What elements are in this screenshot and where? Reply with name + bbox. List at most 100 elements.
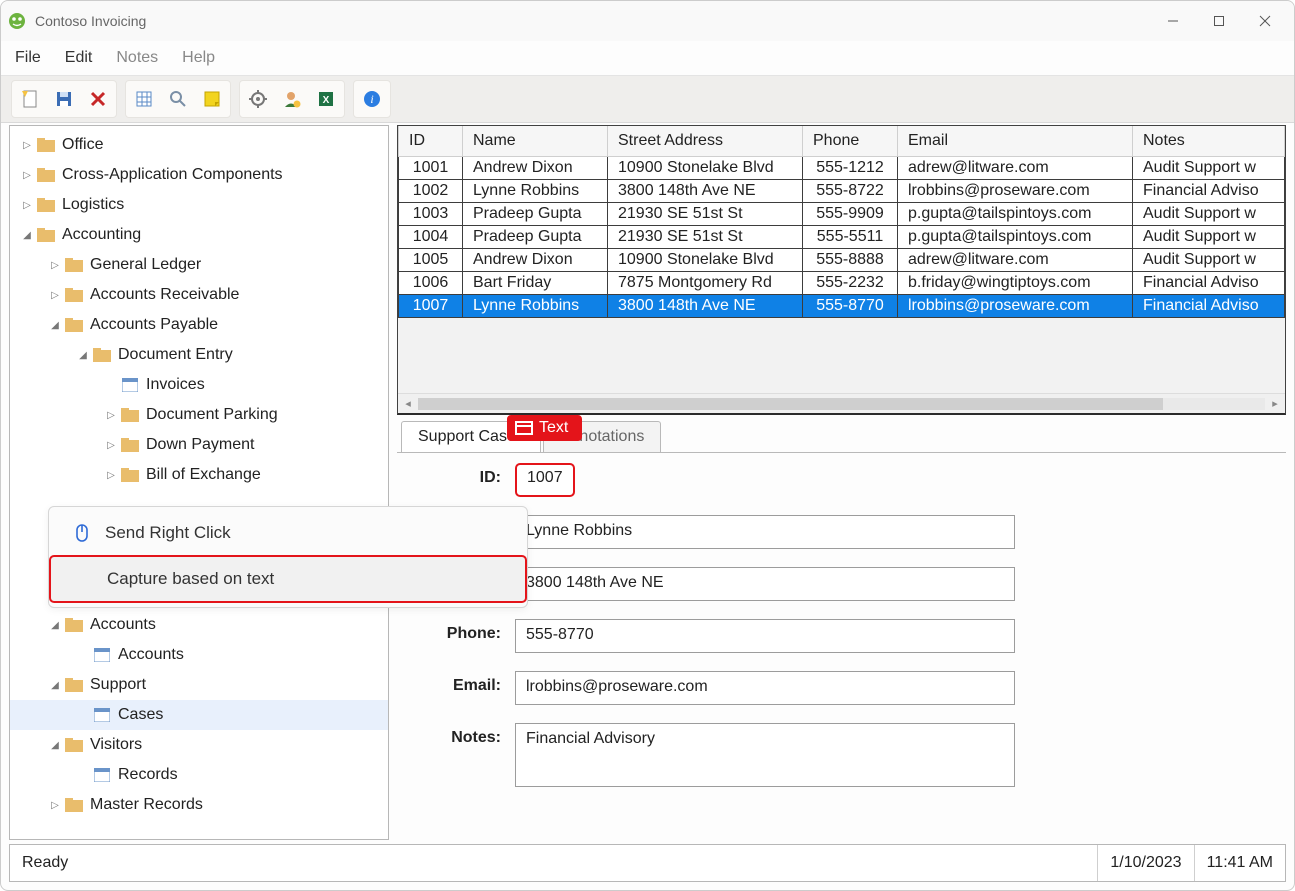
tree-document-entry[interactable]: ◢Document Entry <box>10 340 388 370</box>
cell-email[interactable]: b.friday@wingtiptoys.com <box>898 272 1133 295</box>
col-street[interactable]: Street Address <box>608 126 803 157</box>
tree-office[interactable]: ▷Office <box>10 130 388 160</box>
data-grid[interactable]: ID Name Street Address Phone Email Notes… <box>397 125 1286 415</box>
tree-master-records[interactable]: ▷Master Records <box>10 790 388 820</box>
horizontal-scrollbar[interactable]: ◂ ▸ <box>398 393 1285 413</box>
cell-email[interactable]: p.gupta@tailspintoys.com <box>898 203 1133 226</box>
settings-icon[interactable] <box>244 85 272 113</box>
cell-email[interactable]: adrew@litware.com <box>898 249 1133 272</box>
cell-email[interactable]: adrew@litware.com <box>898 157 1133 180</box>
new-icon[interactable] <box>16 85 44 113</box>
cell-name[interactable]: Andrew Dixon <box>463 249 608 272</box>
cell-notes[interactable]: Financial Adviso <box>1133 295 1285 318</box>
menu-file[interactable]: File <box>15 49 41 67</box>
cell-name[interactable]: Pradeep Gupta <box>463 203 608 226</box>
note-icon[interactable] <box>198 85 226 113</box>
table-row[interactable]: 1002Lynne Robbins3800 148th Ave NE555-87… <box>399 180 1285 203</box>
maximize-button[interactable] <box>1196 4 1242 38</box>
cell-street[interactable]: 3800 148th Ave NE <box>608 295 803 318</box>
cell-street[interactable]: 21930 SE 51st St <box>608 226 803 249</box>
cell-name[interactable]: Andrew Dixon <box>463 157 608 180</box>
minimize-button[interactable] <box>1150 4 1196 38</box>
col-phone[interactable]: Phone <box>803 126 898 157</box>
delete-icon[interactable] <box>84 85 112 113</box>
info-icon[interactable]: i <box>358 85 386 113</box>
cell-id[interactable]: 1006 <box>399 272 463 295</box>
cell-notes[interactable]: Audit Support w <box>1133 203 1285 226</box>
cell-phone[interactable]: 555-1212 <box>803 157 898 180</box>
cell-name[interactable]: Lynne Robbins <box>463 295 608 318</box>
cell-street[interactable]: 10900 Stonelake Blvd <box>608 249 803 272</box>
cell-notes[interactable]: Financial Adviso <box>1133 272 1285 295</box>
table-row[interactable]: 1005Andrew Dixon10900 Stonelake Blvd555-… <box>399 249 1285 272</box>
close-button[interactable] <box>1242 4 1288 38</box>
cell-id[interactable]: 1005 <box>399 249 463 272</box>
table-row[interactable]: 1004Pradeep Gupta21930 SE 51st St555-551… <box>399 226 1285 249</box>
cell-phone[interactable]: 555-8770 <box>803 295 898 318</box>
tree-accounts[interactable]: ◢Accounts <box>10 610 388 640</box>
form-street-input[interactable]: 3800 148th Ave NE <box>515 567 1015 601</box>
ctx-capture-based-on-text[interactable]: Capture based on text <box>49 555 527 603</box>
tree-records[interactable]: Records <box>10 760 388 790</box>
cell-email[interactable]: p.gupta@tailspintoys.com <box>898 226 1133 249</box>
cell-id[interactable]: 1003 <box>399 203 463 226</box>
cell-phone[interactable]: 555-8722 <box>803 180 898 203</box>
cell-email[interactable]: lrobbins@proseware.com <box>898 180 1133 203</box>
cell-id[interactable]: 1004 <box>399 226 463 249</box>
col-email[interactable]: Email <box>898 126 1133 157</box>
cell-name[interactable]: Pradeep Gupta <box>463 226 608 249</box>
form-name-input[interactable]: Lynne Robbins <box>515 515 1015 549</box>
form-notes-input[interactable]: Financial Advisory <box>515 723 1015 787</box>
cell-name[interactable]: Bart Friday <box>463 272 608 295</box>
col-name[interactable]: Name <box>463 126 608 157</box>
col-notes[interactable]: Notes <box>1133 126 1285 157</box>
cell-notes[interactable]: Financial Adviso <box>1133 180 1285 203</box>
ctx-send-right-click[interactable]: Send Right Click <box>49 511 527 555</box>
grid-icon[interactable] <box>130 85 158 113</box>
tree-document-parking[interactable]: ▷Document Parking <box>10 400 388 430</box>
scroll-left-icon[interactable]: ◂ <box>398 397 418 410</box>
table-row[interactable]: 1007Lynne Robbins3800 148th Ave NE555-87… <box>399 295 1285 318</box>
tree-accounts-payable[interactable]: ◢Accounts Payable <box>10 310 388 340</box>
tree-visitors[interactable]: ◢Visitors <box>10 730 388 760</box>
table-row[interactable]: 1001Andrew Dixon10900 Stonelake Blvd555-… <box>399 157 1285 180</box>
table-row[interactable]: 1006Bart Friday7875 Montgomery Rd555-223… <box>399 272 1285 295</box>
cell-notes[interactable]: Audit Support w <box>1133 249 1285 272</box>
cell-phone[interactable]: 555-8888 <box>803 249 898 272</box>
search-icon[interactable] <box>164 85 192 113</box>
user-icon[interactable] <box>278 85 306 113</box>
form-email-input[interactable]: lrobbins@proseware.com <box>515 671 1015 705</box>
tree-bill-of-exchange[interactable]: ▷Bill of Exchange <box>10 460 388 490</box>
cell-phone[interactable]: 555-5511 <box>803 226 898 249</box>
cell-street[interactable]: 7875 Montgomery Rd <box>608 272 803 295</box>
save-icon[interactable] <box>50 85 78 113</box>
cell-phone[interactable]: 555-2232 <box>803 272 898 295</box>
tree-support[interactable]: ◢Support <box>10 670 388 700</box>
cell-email[interactable]: lrobbins@proseware.com <box>898 295 1133 318</box>
menu-edit[interactable]: Edit <box>65 49 93 67</box>
form-phone-input[interactable]: 555-8770 <box>515 619 1015 653</box>
tree-crossapp[interactable]: ▷Cross-Application Components <box>10 160 388 190</box>
tree-general-ledger[interactable]: ▷General Ledger <box>10 250 388 280</box>
cell-id[interactable]: 1007 <box>399 295 463 318</box>
cell-name[interactable]: Lynne Robbins <box>463 180 608 203</box>
tree-logistics[interactable]: ▷Logistics <box>10 190 388 220</box>
tree-down-payment[interactable]: ▷Down Payment <box>10 430 388 460</box>
tree-accounting[interactable]: ◢Accounting <box>10 220 388 250</box>
cell-id[interactable]: 1002 <box>399 180 463 203</box>
nav-tree[interactable]: ▷Office ▷Cross-Application Components ▷L… <box>9 125 389 840</box>
menu-help[interactable]: Help <box>182 49 215 67</box>
table-row[interactable]: 1003Pradeep Gupta21930 SE 51st St555-990… <box>399 203 1285 226</box>
col-id[interactable]: ID <box>399 126 463 157</box>
tree-cases[interactable]: Cases <box>10 700 388 730</box>
cell-notes[interactable]: Audit Support w <box>1133 157 1285 180</box>
tree-invoices[interactable]: Invoices <box>10 370 388 400</box>
scroll-right-icon[interactable]: ▸ <box>1265 397 1285 410</box>
tree-accounts-leaf[interactable]: Accounts <box>10 640 388 670</box>
excel-icon[interactable]: X <box>312 85 340 113</box>
cell-street[interactable]: 3800 148th Ave NE <box>608 180 803 203</box>
cell-id[interactable]: 1001 <box>399 157 463 180</box>
tree-accounts-receivable[interactable]: ▷Accounts Receivable <box>10 280 388 310</box>
cell-street[interactable]: 10900 Stonelake Blvd <box>608 157 803 180</box>
cell-street[interactable]: 21930 SE 51st St <box>608 203 803 226</box>
